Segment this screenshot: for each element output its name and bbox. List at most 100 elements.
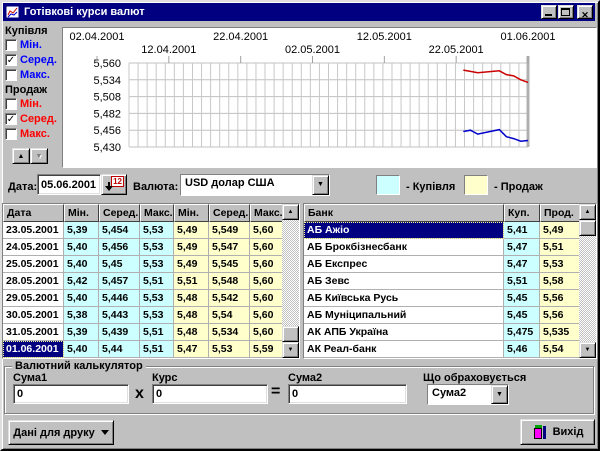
rates-value-cell[interactable]: 5,534 — [209, 324, 250, 341]
banks-table-row[interactable]: АБ Зевс5,515,58 — [304, 273, 596, 290]
rates-table-row[interactable]: 31.05.20015,395,4395,515,485,5345,60 — [3, 324, 299, 341]
rates-value-cell[interactable]: 5,53 — [140, 222, 174, 239]
bank-name-cell[interactable]: АБ Брокбізнесбанк — [304, 239, 504, 256]
rates-date-cell[interactable]: 01.06.2001 — [3, 341, 64, 358]
rates-value-cell[interactable]: 5,51 — [140, 324, 174, 341]
bank-buy-cell[interactable]: 5,46 — [504, 341, 540, 358]
bank-sell-cell[interactable]: 5,56 — [540, 307, 581, 324]
rates-date-cell[interactable]: 23.05.2001 — [3, 222, 64, 239]
rates-value-cell[interactable]: 5,547 — [209, 239, 250, 256]
bank-sell-cell[interactable]: 5,535 — [540, 324, 581, 341]
bank-buy-cell[interactable]: 5,45 — [504, 307, 540, 324]
rates-value-cell[interactable]: 5,454 — [99, 222, 140, 239]
rates-value-cell[interactable]: 5,47 — [174, 341, 209, 358]
rates-value-cell[interactable]: 5,60 — [250, 222, 284, 239]
rates-date-cell[interactable]: 31.05.2001 — [3, 324, 64, 341]
banks-table-row[interactable]: АБ Київська Русь5,455,56 — [304, 290, 596, 307]
bank-name-cell[interactable]: АБ Київська Русь — [304, 290, 504, 307]
bank-sell-cell[interactable]: 5,58 — [540, 273, 581, 290]
rates-table-row[interactable]: 01.06.20015,405,445,515,475,535,59 — [3, 341, 299, 358]
bank-buy-cell[interactable]: 5,51 — [504, 273, 540, 290]
rates-value-cell[interactable]: 5,60 — [250, 273, 284, 290]
compute-mode-select[interactable]: Сума2 ▼ — [427, 384, 509, 405]
date-input[interactable] — [37, 174, 101, 195]
sum2-input[interactable] — [288, 384, 407, 404]
rates-value-cell[interactable]: 5,48 — [174, 290, 209, 307]
rates-value-cell[interactable]: 5,443 — [99, 307, 140, 324]
sell-checkbox[interactable] — [5, 128, 17, 140]
rates-value-cell[interactable]: 5,40 — [64, 341, 99, 358]
rates-value-cell[interactable]: 5,45 — [99, 256, 140, 273]
rates-value-cell[interactable]: 5,60 — [250, 239, 284, 256]
rates-date-cell[interactable]: 25.05.2001 — [3, 256, 64, 273]
rates-date-cell[interactable]: 28.05.2001 — [3, 273, 64, 290]
banks-table-row[interactable]: АК АПБ Україна5,4755,535 — [304, 324, 596, 341]
sell-option-row[interactable]: ✓Серед. — [5, 112, 64, 126]
rates-value-cell[interactable]: 5,53 — [140, 256, 174, 273]
rates-value-cell[interactable]: 5,457 — [99, 273, 140, 290]
currency-dropdown-button[interactable]: ▼ — [312, 175, 329, 195]
rates-value-cell[interactable]: 5,60 — [250, 324, 284, 341]
buy-option-row[interactable]: Мін. — [5, 38, 64, 52]
bank-sell-cell[interactable]: 5,56 — [540, 290, 581, 307]
scrollbar-thumb[interactable] — [282, 326, 299, 342]
bank-name-cell[interactable]: АБ Муніципальний — [304, 307, 504, 324]
compute-dropdown-button[interactable]: ▼ — [491, 385, 508, 404]
rates-column-header[interactable]: Серед. — [99, 204, 140, 222]
print-data-button[interactable]: Дані для друку — [8, 420, 114, 445]
rates-value-cell[interactable]: 5,53 — [140, 307, 174, 324]
banks-column-header[interactable]: Куп. — [504, 204, 540, 222]
rates-table-row[interactable]: 29.05.20015,405,4465,535,485,5425,60 — [3, 290, 299, 307]
rates-value-cell[interactable]: 5,40 — [64, 290, 99, 307]
scrollbar-thumb[interactable] — [579, 220, 596, 236]
rates-value-cell[interactable]: 5,39 — [64, 222, 99, 239]
rates-table-scrollbar[interactable]: ▲ ▼ — [282, 204, 299, 358]
rates-value-cell[interactable]: 5,548 — [209, 273, 250, 290]
rates-value-cell[interactable]: 5,53 — [209, 341, 250, 358]
banks-table-row[interactable]: АБ Ажіо5,415,49 — [304, 222, 596, 239]
bank-name-cell[interactable]: АБ Зевс — [304, 273, 504, 290]
rates-value-cell[interactable]: 5,49 — [174, 256, 209, 273]
rates-value-cell[interactable]: 5,439 — [99, 324, 140, 341]
bank-buy-cell[interactable]: 5,47 — [504, 239, 540, 256]
rates-column-header[interactable]: Мін. — [64, 204, 99, 222]
rates-value-cell[interactable]: 5,48 — [174, 307, 209, 324]
rates-value-cell[interactable]: 5,51 — [140, 341, 174, 358]
banks-table-row[interactable]: АБ Брокбізнесбанк5,475,51 — [304, 239, 596, 256]
rates-date-cell[interactable]: 30.05.2001 — [3, 307, 64, 324]
banks-table-row[interactable]: АК Реал-банк5,465,54 — [304, 341, 596, 358]
sell-checkbox[interactable]: ✓ — [5, 113, 17, 125]
bank-buy-cell[interactable]: 5,45 — [504, 290, 540, 307]
banks-table-scrollbar[interactable]: ▲ ▼ — [579, 204, 596, 358]
rates-table-row[interactable]: 23.05.20015,395,4545,535,495,5495,60 — [3, 222, 299, 239]
rates-value-cell[interactable]: 5,60 — [250, 290, 284, 307]
buy-checkbox[interactable]: ✓ — [5, 54, 17, 66]
rates-table-row[interactable]: 28.05.20015,425,4575,515,515,5485,60 — [3, 273, 299, 290]
rates-value-cell[interactable]: 5,38 — [64, 307, 99, 324]
bank-name-cell[interactable]: АК АПБ Україна — [304, 324, 504, 341]
buy-option-row[interactable]: Макс. — [5, 68, 64, 82]
sell-option-row[interactable]: Макс. — [5, 127, 64, 141]
rates-column-header[interactable]: Макс. — [250, 204, 284, 222]
banks-table-row[interactable]: АБ Експрес5,475,53 — [304, 256, 596, 273]
sell-option-row[interactable]: Мін. — [5, 97, 64, 111]
rates-date-cell[interactable]: 29.05.2001 — [3, 290, 64, 307]
rates-value-cell[interactable]: 5,48 — [174, 324, 209, 341]
exit-button[interactable]: Вихід — [520, 419, 595, 445]
rates-value-cell[interactable]: 5,53 — [140, 290, 174, 307]
scrollbar-down-button[interactable]: ▼ — [282, 342, 299, 358]
rates-table-row[interactable]: 30.05.20015,385,4435,535,485,545,60 — [3, 307, 299, 324]
rates-value-cell[interactable]: 5,54 — [209, 307, 250, 324]
rates-column-header[interactable]: Мін. — [174, 204, 209, 222]
sell-checkbox[interactable] — [5, 98, 17, 110]
buy-option-row[interactable]: ✓Серед. — [5, 53, 64, 67]
rates-value-cell[interactable]: 5,456 — [99, 239, 140, 256]
bank-buy-cell[interactable]: 5,47 — [504, 256, 540, 273]
rates-table-row[interactable]: 25.05.20015,405,455,535,495,5455,60 — [3, 256, 299, 273]
calendar-button[interactable]: 12 — [101, 174, 127, 195]
rates-value-cell[interactable]: 5,49 — [174, 222, 209, 239]
rates-column-header[interactable]: Дата — [3, 204, 64, 222]
rates-value-cell[interactable]: 5,545 — [209, 256, 250, 273]
rates-value-cell[interactable]: 5,60 — [250, 256, 284, 273]
minimize-button[interactable] — [541, 5, 557, 19]
